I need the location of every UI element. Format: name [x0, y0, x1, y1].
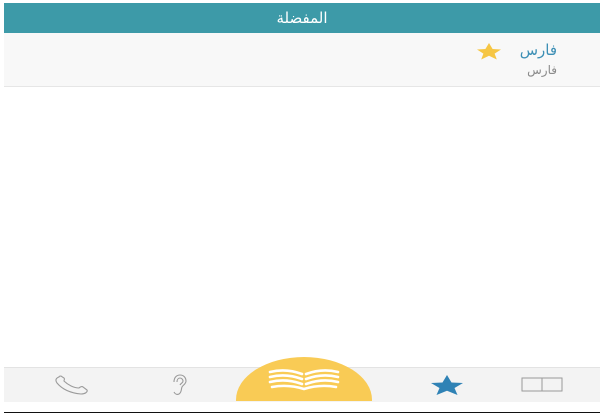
list-item[interactable]: فارس فارس [4, 33, 600, 87]
item-title: فارس [519, 41, 557, 59]
page-title: المفضلة [276, 9, 328, 27]
divider [4, 412, 600, 413]
tab-hearing[interactable] [159, 368, 199, 402]
app-window: المفضلة فارس فارس [0, 0, 603, 417]
star-icon [427, 374, 467, 396]
tab-contact[interactable] [50, 368, 96, 402]
favorites-list: فارس فارس [4, 33, 600, 87]
tab-index[interactable] [518, 368, 568, 402]
item-subtitle: فارس [527, 63, 557, 77]
book-icon [520, 376, 566, 394]
phone-icon [53, 374, 93, 396]
tab-read[interactable] [236, 357, 372, 401]
open-book-icon [266, 366, 342, 392]
ear-icon [167, 373, 191, 397]
top-bar: المفضلة [4, 3, 600, 33]
tab-favorites[interactable] [424, 368, 470, 402]
star-icon[interactable] [474, 42, 504, 60]
